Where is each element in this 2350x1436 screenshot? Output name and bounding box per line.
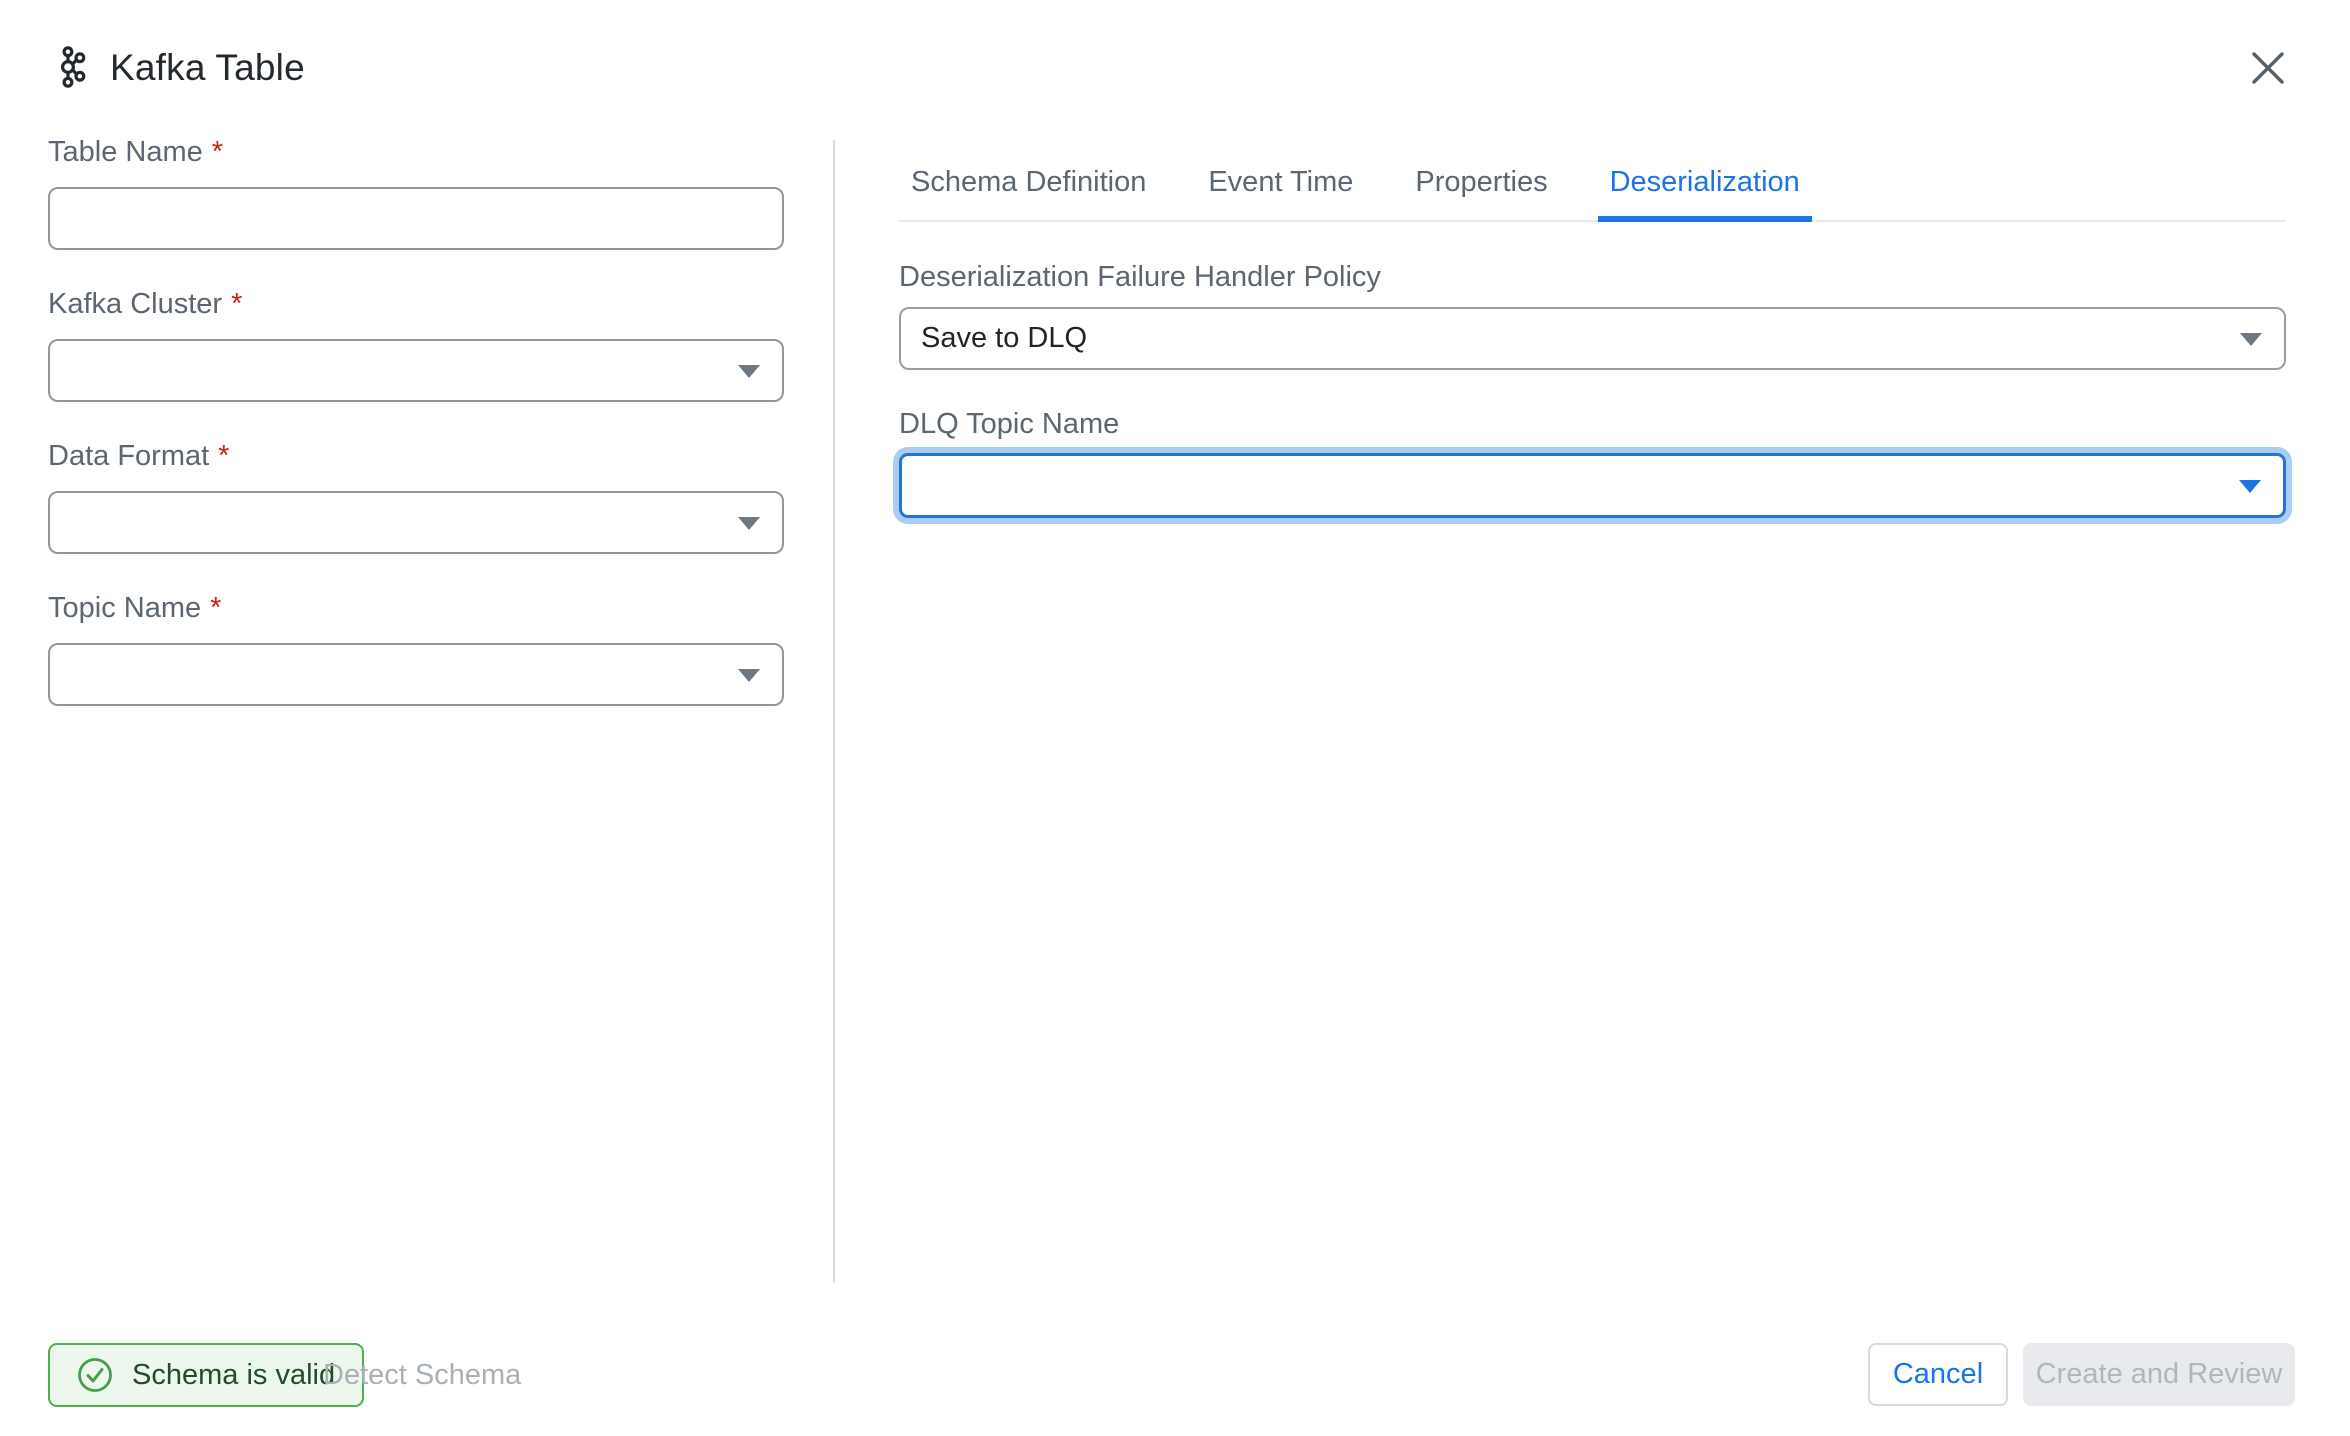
dialog-title: Kafka Table: [110, 46, 305, 90]
create-and-review-button[interactable]: Create and Review: [2023, 1343, 2295, 1406]
panel-divider: [833, 140, 835, 1283]
data-format-select[interactable]: [48, 491, 784, 554]
topic-name-label: Topic Name *: [48, 590, 784, 626]
deserialization-tab-content: Deserialization Failure Handler Policy S…: [899, 259, 2286, 518]
topic-name-label-text: Topic Name: [48, 592, 201, 624]
tab-event-time[interactable]: Event Time: [1196, 152, 1365, 220]
required-asterisk: *: [218, 440, 229, 472]
field-kafka-cluster: Kafka Cluster *: [48, 286, 784, 402]
kafka-cluster-label: Kafka Cluster *: [48, 286, 784, 322]
close-button[interactable]: [2240, 40, 2296, 96]
close-icon: [2250, 50, 2286, 86]
chevron-down-icon: [738, 517, 760, 530]
chevron-down-icon: [738, 365, 760, 378]
dialog-footer: Schema is valid Detect Schema Cancel Cre…: [0, 1343, 2350, 1407]
field-data-format: Data Format *: [48, 438, 784, 554]
failure-policy-select[interactable]: Save to DLQ: [899, 307, 2286, 370]
data-format-label: Data Format *: [48, 438, 784, 474]
chevron-down-icon: [2240, 333, 2262, 346]
required-asterisk: *: [231, 288, 242, 320]
data-format-label-text: Data Format: [48, 440, 209, 472]
chevron-down-icon: [2239, 480, 2261, 493]
check-circle-icon: [77, 1357, 113, 1393]
chevron-down-icon: [738, 669, 760, 682]
dlq-topic-label: DLQ Topic Name: [899, 406, 2286, 442]
cancel-button[interactable]: Cancel: [1868, 1343, 2008, 1406]
kafka-cluster-label-text: Kafka Cluster: [48, 288, 222, 320]
table-name-label: Table Name *: [48, 134, 784, 170]
table-name-input[interactable]: [48, 187, 784, 250]
field-topic-name: Topic Name *: [48, 590, 784, 706]
kafka-cluster-select[interactable]: [48, 339, 784, 402]
detect-schema-button[interactable]: Detect Schema: [323, 1343, 521, 1407]
dialog-header: Kafka Table: [0, 0, 2350, 104]
field-table-name: Table Name *: [48, 134, 784, 250]
topic-name-select[interactable]: [48, 643, 784, 706]
kafka-table-form: Table Name* Kafka Cluster* Data Format* …: [48, 134, 784, 742]
schema-valid-badge: Schema is valid: [48, 1343, 364, 1407]
right-panel: Schema Definition Event Time Properties …: [899, 152, 2286, 518]
table-name-label-text: Table Name: [48, 136, 203, 168]
tab-deserialization[interactable]: Deserialization: [1598, 152, 1812, 220]
required-asterisk: *: [210, 592, 221, 624]
tab-bar: Schema Definition Event Time Properties …: [899, 152, 2286, 222]
kafka-icon: [60, 46, 86, 88]
policy-label: Deserialization Failure Handler Policy: [899, 259, 2286, 295]
failure-policy-value: Save to DLQ: [921, 309, 1087, 368]
required-asterisk: *: [212, 136, 223, 168]
tab-schema-definition[interactable]: Schema Definition: [899, 152, 1158, 220]
schema-valid-text: Schema is valid: [132, 1359, 335, 1392]
tab-properties[interactable]: Properties: [1403, 152, 1559, 220]
dlq-topic-select[interactable]: [899, 453, 2286, 518]
